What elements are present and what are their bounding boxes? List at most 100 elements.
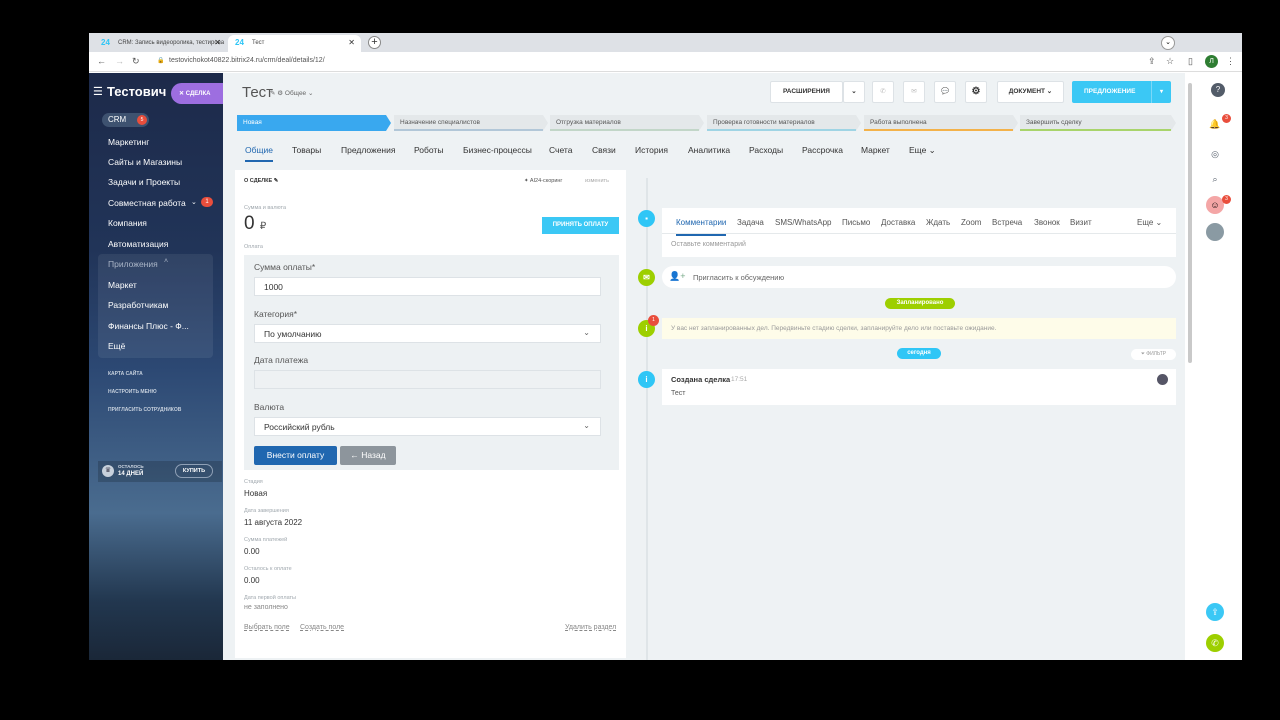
search-icon[interactable]: ⌕ <box>1206 170 1224 188</box>
ai-scoring-link[interactable]: ✦ AI24-скоринг <box>524 178 562 184</box>
tab-analytics[interactable]: Аналитика <box>688 145 730 155</box>
tl-tab-visit[interactable]: Визит <box>1070 218 1092 227</box>
category-selector[interactable]: ✎ ⚙ Общее ⌄ <box>270 89 313 97</box>
filter-label: ФИЛЬТР <box>1146 351 1167 357</box>
tab-robots[interactable]: Роботы <box>414 145 443 155</box>
sidebar-item-company[interactable]: Компания <box>108 218 147 228</box>
sidebar-item-crm[interactable]: CRM 5 <box>102 113 149 127</box>
open-lines-icon[interactable]: ⇪ <box>1206 603 1224 621</box>
tab-bizproc[interactable]: Бизнес-процессы <box>463 145 532 155</box>
tl-tab-wait[interactable]: Ждать <box>926 218 950 227</box>
select-field-link[interactable]: Выбрать поле <box>244 624 290 631</box>
gear-icon[interactable]: ⚙ <box>965 81 987 103</box>
avatar[interactable] <box>1157 374 1168 385</box>
sidebar-item-developers[interactable]: Разработчикам <box>108 300 168 310</box>
amount-input[interactable]: 1000 <box>254 277 601 296</box>
kebab-menu-icon[interactable]: ⋮ <box>1226 56 1235 67</box>
sidebar-item-marketing[interactable]: Маркетинг <box>108 137 149 147</box>
document-button[interactable]: ДОКУМЕНТ ⌄ <box>997 81 1064 103</box>
tl-tab-task[interactable]: Задача <box>737 218 764 227</box>
sidebar-item-automation[interactable]: Автоматизация <box>108 239 168 249</box>
star-icon[interactable]: ☆ <box>1166 56 1174 67</box>
share-icon[interactable]: ⇪ <box>1148 56 1156 67</box>
filter-button[interactable]: ⏷ ФИЛЬТР <box>1131 349 1176 360</box>
sidepanel-icon[interactable]: ▯ <box>1188 56 1193 67</box>
stage-shipment[interactable]: Отгрузка материалов <box>550 115 704 131</box>
chevron-down-icon[interactable]: ⌄ <box>843 81 865 103</box>
browser-tab-active[interactable]: 24 Тест ✕ <box>228 35 361 52</box>
tab-products[interactable]: Товары <box>292 145 321 155</box>
scrollbar[interactable] <box>1186 83 1194 660</box>
sidebar-item-sites[interactable]: Сайты и Магазины <box>108 157 182 167</box>
comment-input[interactable]: Оставьте комментарий <box>671 241 746 248</box>
submit-payment-button[interactable]: Внести оплату <box>254 446 337 465</box>
close-icon[interactable]: ✕ <box>348 38 355 47</box>
currency-value: Российский рубль <box>264 422 335 432</box>
tl-tab-more[interactable]: Еще ⌄ <box>1137 218 1162 227</box>
forward-arrow-icon[interactable]: → <box>115 56 124 66</box>
stage-check[interactable]: Проверка готовности материалов <box>707 115 861 131</box>
reload-icon[interactable]: ↻ <box>132 56 140 67</box>
create-field-link[interactable]: Создать поле <box>300 624 344 631</box>
chat-icon[interactable]: 💬 <box>934 81 956 103</box>
extensions-button[interactable]: РАСШИРЕНИЯ <box>770 81 843 103</box>
currency-select[interactable]: Российский рубль ⌄ <box>254 417 601 436</box>
back-button[interactable]: ← Назад <box>340 446 396 465</box>
avatar[interactable] <box>1206 223 1224 241</box>
chevron-down-icon[interactable]: ▾ <box>1151 81 1171 103</box>
scrollbar-thumb[interactable] <box>1188 83 1192 363</box>
about-deal-card: О СДЕЛКЕ ✎ ✦ AI24-скоринг изменить Сумма… <box>235 170 626 658</box>
stage-done[interactable]: Работа выполнена <box>864 115 1018 131</box>
invite-row[interactable]: 👤+ Пригласить к обсуждению <box>662 266 1176 288</box>
proposal-button[interactable]: ПРЕДЛОЖЕНИЕ ▾ <box>1072 81 1171 103</box>
sidebar-item-more[interactable]: Ещё <box>108 341 125 351</box>
sidebar-item-finance[interactable]: Финансы Плюс - Ф... <box>108 321 189 331</box>
tab-general[interactable]: Общие <box>245 145 273 162</box>
tab-market[interactable]: Маркет <box>861 145 890 155</box>
tl-tab-meeting[interactable]: Встреча <box>992 218 1022 227</box>
accept-payment-button[interactable]: ПРИНЯТЬ ОПЛАТУ <box>542 217 619 234</box>
back-arrow-icon[interactable]: ← <box>97 56 106 66</box>
category-select[interactable]: По умолчанию ⌄ <box>254 324 601 343</box>
avatar[interactable]: Л <box>1205 55 1218 68</box>
tl-tab-delivery[interactable]: Доставка <box>881 218 915 227</box>
stage-new[interactable]: Новая <box>237 115 391 131</box>
mail-icon[interactable]: ✉ <box>903 81 925 103</box>
tl-tab-call[interactable]: Звонок <box>1034 218 1060 227</box>
sidebar-item-market[interactable]: Маркет <box>108 280 137 290</box>
url-field[interactable]: testovichokot40822.bitrix24.ru/crm/deal/… <box>169 57 325 64</box>
phone-icon[interactable]: ✆ <box>872 81 894 103</box>
sitemap-link[interactable]: КАРТА САЙТА <box>108 371 143 377</box>
phone-icon[interactable]: ✆ <box>1206 634 1224 652</box>
tab-history[interactable]: История <box>635 145 668 155</box>
tl-tab-mail[interactable]: Письмо <box>842 218 870 227</box>
help-icon[interactable]: ? <box>1211 83 1225 97</box>
deal-close-pill[interactable]: ✕ СДЕЛКА <box>171 83 223 104</box>
chevron-down-icon[interactable]: ⌄ <box>1161 36 1175 50</box>
tab-proposals[interactable]: Предложения <box>341 145 395 155</box>
browser-tab[interactable]: 24 CRM: Запись видеоролика, тестирова ✕ <box>94 35 227 52</box>
portal-title[interactable]: Тестович <box>107 84 166 99</box>
tab-expenses[interactable]: Расходы <box>749 145 783 155</box>
tab-links[interactable]: Связи <box>592 145 616 155</box>
stage-finish[interactable]: Завершить сделку <box>1020 115 1176 131</box>
tl-tab-zoom[interactable]: Zoom <box>961 218 981 227</box>
new-tab-button[interactable]: + <box>368 36 381 49</box>
sidebar-item-collab[interactable]: Совместная работа <box>108 198 186 208</box>
messages-icon[interactable]: ◎ <box>1206 145 1224 163</box>
date-input[interactable] <box>254 370 601 389</box>
tab-invoices[interactable]: Счета <box>549 145 572 155</box>
menu-icon[interactable]: ☰ <box>93 85 103 98</box>
tab-installments[interactable]: Рассрочка <box>802 145 843 155</box>
stage-assign[interactable]: Назначение специалистов <box>394 115 548 131</box>
close-icon[interactable]: ✕ <box>214 38 221 47</box>
change-link[interactable]: изменить <box>585 178 609 184</box>
tab-more[interactable]: Еще ⌄ <box>909 145 936 156</box>
sidebar-item-tasks[interactable]: Задачи и Проекты <box>108 177 180 187</box>
buy-button[interactable]: КУПИТЬ <box>175 464 213 478</box>
configure-menu-link[interactable]: НАСТРОИТЬ МЕНЮ <box>108 389 157 395</box>
sidebar-item-apps[interactable]: Приложения <box>108 259 158 269</box>
invite-staff-link[interactable]: ПРИГЛАСИТЬ СОТРУДНИКОВ <box>108 407 181 413</box>
delete-section-link[interactable]: Удалить раздел <box>565 624 616 631</box>
tl-tab-sms[interactable]: SMS/WhatsApp <box>775 218 831 227</box>
